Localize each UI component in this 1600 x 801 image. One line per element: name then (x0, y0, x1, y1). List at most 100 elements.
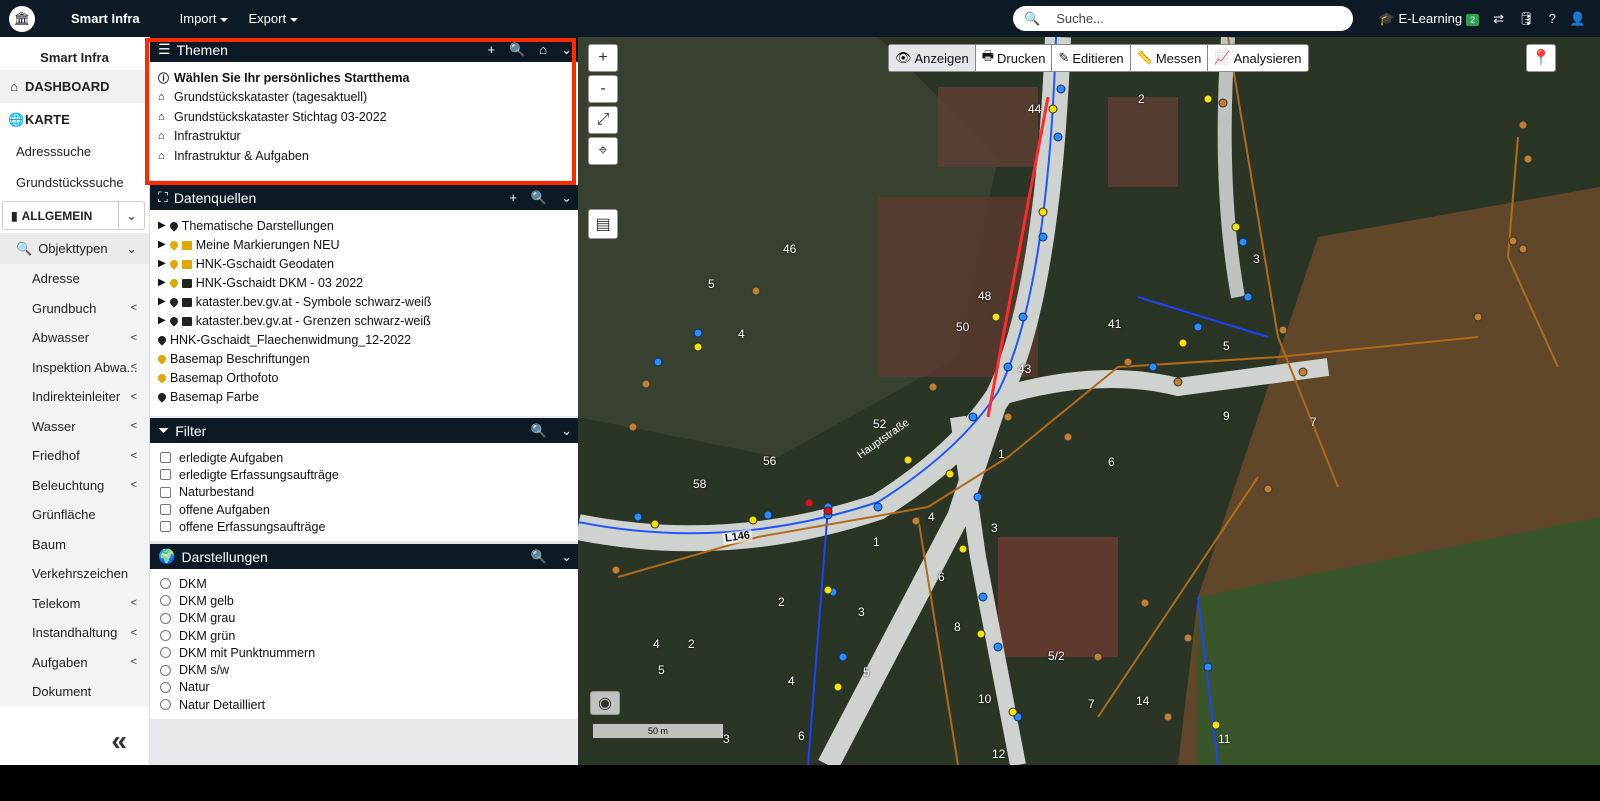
visibility-pin-icon[interactable] (156, 371, 168, 384)
sidebar-item-8[interactable]: Grünfläche (0, 500, 149, 530)
visibility-pin-icon[interactable] (156, 333, 168, 346)
sidebar-item-14[interactable]: Dokument (0, 677, 149, 707)
datenquelle-item[interactable]: ▶ kataster.bev.gv.at - Grenzen schwarz-we… (158, 311, 570, 330)
home-star-icon[interactable]: ⌂ (539, 42, 547, 58)
sidebar-item-9[interactable]: Baum (0, 529, 149, 559)
search-icon[interactable]: 🔍 (531, 549, 547, 565)
darstellung-radio[interactable] (160, 681, 171, 693)
datenquelle-item[interactable]: Basemap Beschriftungen (156, 349, 570, 368)
objekttypen-group[interactable]: 🔍 Objekttypen ⌄ (0, 233, 149, 264)
datenquelle-item[interactable]: Basemap Orthofoto (156, 368, 570, 387)
export-menu[interactable]: Export (248, 11, 298, 26)
zoom-in-button[interactable]: + (588, 44, 618, 72)
sidebar-item-4[interactable]: Indirekteinleiter < (0, 382, 149, 412)
analysieren-button[interactable]: 📈 Analysieren (1208, 45, 1307, 71)
editieren-button[interactable]: ✎ Editieren (1052, 45, 1131, 71)
darstellung-item[interactable]: DKM gelb (158, 592, 570, 609)
fullscreen-icon[interactable]: ⤢ (588, 106, 618, 134)
themen-item[interactable]: ⌂ Grundstückskataster Stichtag 03-2022 (158, 107, 570, 127)
darstellung-radio[interactable] (160, 664, 171, 676)
datenquelle-item[interactable]: ▶ kataster.bev.gv.at - Symbole schwarz-we… (158, 292, 570, 311)
filter-item[interactable]: erledigte Aufgaben (158, 449, 570, 466)
filter-item[interactable]: offene Aufgaben (158, 501, 570, 518)
layers-icon[interactable]: ▤ (588, 209, 618, 239)
expand-icon[interactable]: ▶ (158, 258, 166, 269)
map-info-icon[interactable]: ◉ (590, 691, 620, 715)
chevron-down-icon[interactable]: ⌄ (561, 190, 572, 206)
sidebar-item-dashboard[interactable]: ⌂ DASHBOARD (0, 70, 149, 103)
add-icon[interactable]: + (509, 190, 517, 206)
themen-item[interactable]: ⌂ Infrastruktur (158, 127, 570, 147)
sidebar-item-6[interactable]: Friedhof < (0, 441, 149, 471)
darstellung-item[interactable]: DKM grau (158, 610, 570, 627)
filter-checkbox[interactable] (160, 504, 171, 516)
add-marker-icon[interactable]: 📍 (1526, 44, 1556, 72)
darstellung-item[interactable]: DKM mit Punktnummern (158, 644, 570, 661)
sidebar-item-grundstueckssuche[interactable]: Grundstückssuche (0, 167, 149, 198)
database-icon[interactable]: 🛢 (1518, 11, 1535, 27)
filter-item[interactable]: offene Erfassungsaufträge (158, 518, 570, 535)
expand-icon[interactable]: ▶ (158, 296, 166, 307)
filter-item[interactable]: Naturbestand (158, 484, 570, 501)
visibility-pin-icon[interactable] (168, 314, 180, 327)
sidebar-item-12[interactable]: Instandhaltung < (0, 618, 149, 648)
expand-icon[interactable]: ▶ (158, 220, 166, 231)
search-icon[interactable]: 🔍 (531, 190, 547, 206)
visibility-pin-icon[interactable] (168, 238, 180, 251)
darstellung-radio[interactable] (160, 595, 171, 607)
darstellung-item[interactable]: Natur (158, 679, 570, 696)
category-select[interactable]: ▮ ALLGEMEIN ⌄ (2, 201, 145, 230)
sidebar-item-11[interactable]: Telekom < (0, 588, 149, 618)
expand-icon[interactable]: ▶ (158, 239, 166, 250)
expand-icon[interactable]: ▶ (158, 315, 166, 326)
drucken-button[interactable]: 🖶 Drucken (976, 45, 1053, 71)
sidebar-item-1[interactable]: Grundbuch < (0, 293, 149, 323)
collapse-sidebar-icon[interactable]: « (111, 725, 127, 757)
sidebar-item-5[interactable]: Wasser < (0, 411, 149, 441)
anzeigen-button[interactable]: 👁 Anzeigen (889, 45, 976, 71)
search-input[interactable]: Suche... (1056, 11, 1104, 26)
darstellung-radio[interactable] (160, 578, 171, 590)
map-canvas[interactable] (578, 37, 1600, 765)
darstellung-item[interactable]: DKM grün (158, 627, 570, 644)
map-view[interactable]: 44 2 46 5 4 48 50 41 43 3 5 9 7 52 1 6 58 56 4 3 1 2 3 6 8 5/2 5 4 1… (578, 37, 1600, 765)
sidebar-item-13[interactable]: Aufgaben < (0, 647, 149, 677)
themen-item[interactable]: ⌂ Grundstückskataster (tagesaktuell) (158, 88, 570, 108)
visibility-pin-icon[interactable] (156, 352, 168, 365)
darstellung-radio[interactable] (160, 612, 171, 624)
search-bar[interactable]: 🔍 Suche... (1013, 6, 1353, 31)
darstellung-radio[interactable] (160, 699, 171, 711)
import-menu[interactable]: Import (180, 11, 229, 26)
datenquelle-item[interactable]: ▶ Thematische Darstellungen (158, 216, 570, 235)
expand-icon[interactable]: ▶ (158, 277, 166, 288)
locate-icon[interactable]: ⌖ (588, 137, 618, 165)
themen-item[interactable]: ⌂ Infrastruktur & Aufgaben (158, 146, 570, 166)
chevron-down-icon[interactable]: ⌄ (561, 423, 572, 439)
sidebar-item-2[interactable]: Abwasser < (0, 323, 149, 353)
sidebar-item-adresssuche[interactable]: Adresssuche (0, 136, 149, 167)
visibility-pin-icon[interactable] (168, 295, 180, 308)
zoom-out-button[interactable]: - (588, 75, 618, 103)
sidebar-item-10[interactable]: Verkehrszeichen (0, 559, 149, 589)
visibility-pin-icon[interactable] (168, 257, 180, 270)
messen-button[interactable]: 📏 Messen (1131, 45, 1209, 71)
elearning-link[interactable]: 🎓 E-Learning 2 (1379, 11, 1480, 27)
chevron-down-icon[interactable]: ⌄ (561, 42, 572, 58)
app-logo-icon[interactable]: 🏛 (9, 5, 35, 32)
search-icon[interactable]: 🔍 (531, 423, 547, 439)
filter-checkbox[interactable] (160, 486, 171, 498)
darstellung-item[interactable]: Natur Detailliert (158, 696, 570, 713)
app-title[interactable]: Smart Infra (71, 11, 140, 26)
datenquelle-item[interactable]: ▶ Meine Markierungen NEU (158, 235, 570, 254)
help-icon[interactable]: ? (1549, 11, 1556, 26)
sync-icon[interactable]: ⇄ (1493, 11, 1504, 27)
sidebar-item-3[interactable]: Inspektion Abwa... < (0, 352, 149, 382)
sidebar-item-karte[interactable]: 🌐 KARTE (0, 103, 149, 136)
datenquelle-item[interactable]: ▶ HNK-Gschaidt DKM - 03 2022 (158, 273, 570, 292)
datenquelle-item[interactable]: HNK-Gschaidt_Flaechenwidmung_12-2022 (156, 330, 570, 349)
datenquelle-item[interactable]: Basemap Farbe (156, 387, 570, 406)
filter-checkbox[interactable] (160, 521, 171, 533)
datenquelle-item[interactable]: ▶ HNK-Gschaidt Geodaten (158, 254, 570, 273)
sidebar-item-0[interactable]: Adresse (0, 264, 149, 294)
add-icon[interactable]: + (487, 42, 495, 58)
